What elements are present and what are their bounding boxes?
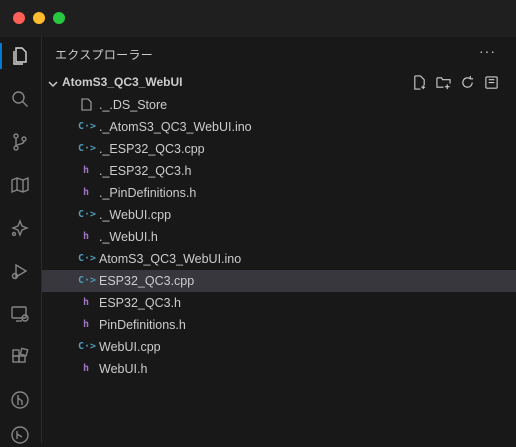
sparkle-icon[interactable] xyxy=(8,216,32,240)
file-item[interactable]: h PinDefinitions.h xyxy=(42,314,516,336)
active-indicator xyxy=(0,43,2,69)
file-name: WebUI.h xyxy=(99,362,148,376)
source-control-icon[interactable] xyxy=(8,130,32,154)
file-item[interactable]: C·> AtomS3_QC3_WebUI.ino xyxy=(42,248,516,270)
file-name: ESP32_QC3.cpp xyxy=(99,274,195,288)
header-icon: h xyxy=(82,319,90,330)
header-icon: h xyxy=(82,363,90,374)
file-item[interactable]: C·> WebUI.cpp xyxy=(42,336,516,358)
close-window-button[interactable] xyxy=(13,12,25,24)
file-item[interactable]: h ._PinDefinitions.h xyxy=(42,182,516,204)
file-name: ._ESP32_QC3.cpp xyxy=(99,142,205,156)
minimize-window-button[interactable] xyxy=(33,12,45,24)
file-item[interactable]: C·> ._ESP32_QC3.cpp xyxy=(42,138,516,160)
explorer-title: エクスプローラー xyxy=(55,48,154,62)
file-name: ._.DS_Store xyxy=(99,98,168,112)
cpp-icon: C·> xyxy=(78,253,97,264)
map-icon[interactable] xyxy=(8,173,32,197)
collapse-all-icon[interactable] xyxy=(482,73,500,91)
vscode-window: エクスプローラー ··· AtomS3_QC3_WebUI ._.DS_Stor… xyxy=(0,0,516,444)
file-name: ._WebUI.cpp xyxy=(99,208,172,222)
explorer-icon[interactable] xyxy=(8,44,32,68)
folder-name: AtomS3_QC3_WebUI xyxy=(62,75,183,89)
cpp-icon: C·> xyxy=(78,275,97,286)
explorer-sidebar: エクスプローラー ··· AtomS3_QC3_WebUI ._.DS_Stor… xyxy=(42,37,516,443)
workspace-folder[interactable]: AtomS3_QC3_WebUI xyxy=(42,71,516,93)
file-name: ESP32_QC3.h xyxy=(99,296,181,310)
refresh-icon[interactable] xyxy=(458,73,476,91)
cpp-icon: C·> xyxy=(78,143,97,154)
file-item[interactable]: h ._WebUI.h xyxy=(42,226,516,248)
header-icon: h xyxy=(82,165,90,176)
remote-explorer-icon[interactable] xyxy=(8,302,32,326)
file-icon xyxy=(78,98,94,112)
file-name: PinDefinitions.h xyxy=(99,318,186,332)
folder-actions xyxy=(410,73,500,91)
file-name: ._WebUI.h xyxy=(99,230,158,244)
zoom-window-button[interactable] xyxy=(53,12,65,24)
file-tree: ._.DS_Store C·> ._AtomS3_QC3_WebUI.ino C·>.… xyxy=(42,94,516,380)
cpp-icon: C·> xyxy=(78,209,97,220)
header-icon: h xyxy=(82,231,90,242)
file-name: ._PinDefinitions.h xyxy=(99,186,197,200)
file-item[interactable]: C·> ESP32_QC3.cpp xyxy=(42,270,516,292)
more-actions-icon[interactable]: ··· xyxy=(479,43,496,59)
file-name: WebUI.cpp xyxy=(99,340,161,354)
file-name: ._AtomS3_QC3_WebUI.ino xyxy=(99,120,252,134)
cpp-icon: C·> xyxy=(78,341,97,352)
explorer-header: エクスプローラー ··· xyxy=(42,37,516,71)
activity-bar xyxy=(0,37,42,444)
title-bar xyxy=(0,0,516,37)
cpp-icon: C·> xyxy=(78,121,97,132)
file-item[interactable]: h ._ESP32_QC3.h xyxy=(42,160,516,182)
accounts-icon[interactable] xyxy=(8,423,32,447)
file-item[interactable]: h ESP32_QC3.h xyxy=(42,292,516,314)
new-file-icon[interactable] xyxy=(410,73,428,91)
run-debug-icon[interactable] xyxy=(8,259,32,283)
file-name: AtomS3_QC3_WebUI.ino xyxy=(99,252,242,266)
new-folder-icon[interactable] xyxy=(434,73,452,91)
file-name: ._ESP32_QC3.h xyxy=(99,164,192,178)
extensions-icon[interactable] xyxy=(8,345,32,369)
chevron-down-icon[interactable] xyxy=(48,76,58,88)
file-item[interactable]: C·> ._WebUI.cpp xyxy=(42,204,516,226)
search-icon[interactable] xyxy=(8,87,32,111)
file-item[interactable]: ._.DS_Store xyxy=(42,94,516,116)
header-icon: h xyxy=(82,297,90,308)
header-icon: h xyxy=(82,187,90,198)
file-item[interactable]: h WebUI.h xyxy=(42,358,516,380)
file-item[interactable]: C·> ._AtomS3_QC3_WebUI.ino xyxy=(42,116,516,138)
git-graph-icon[interactable] xyxy=(8,388,32,412)
